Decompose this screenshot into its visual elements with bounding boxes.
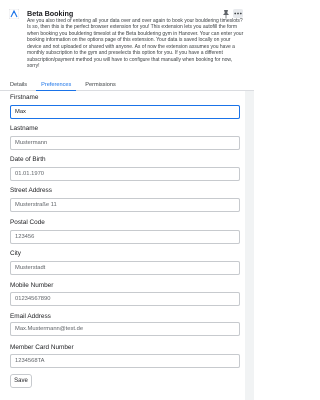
city-field[interactable] [10, 261, 240, 275]
street-field[interactable] [10, 198, 240, 212]
tab-bar: Details Preferences Permissions [0, 81, 254, 91]
city-label: City [10, 250, 22, 257]
mobile-label: Mobile Number [10, 282, 54, 289]
firstname-field[interactable] [10, 105, 240, 119]
lastname-field[interactable] [10, 136, 240, 150]
lastname-label: Lastname [10, 125, 39, 132]
dob-field[interactable] [10, 167, 240, 181]
firstname-label: Firstname [10, 94, 39, 101]
more-options-button[interactable] [233, 9, 243, 18]
extension-description: Are you also tired of entering all your … [27, 18, 244, 70]
street-label: Street Address [10, 187, 52, 194]
climbing-app-icon [9, 9, 19, 19]
extension-header: Beta Booking Are you also tired of enter… [0, 0, 254, 81]
mobile-field[interactable] [10, 292, 240, 306]
more-horizontal-icon [234, 12, 242, 15]
tab-preferences[interactable]: Preferences [36, 81, 77, 91]
postal-label: Postal Code [10, 219, 45, 226]
member-card-label: Member Card Number [10, 344, 74, 351]
email-field[interactable] [10, 322, 240, 336]
member-card-field[interactable] [10, 354, 240, 368]
email-label: Email Address [10, 313, 51, 320]
tab-permissions[interactable]: Permissions [80, 81, 120, 90]
scrollbar-track[interactable] [245, 91, 254, 400]
postal-field[interactable] [10, 230, 240, 244]
tab-details[interactable]: Details [5, 81, 32, 90]
dob-label: Date of Birth [10, 156, 46, 163]
save-button[interactable]: Save [10, 374, 32, 388]
